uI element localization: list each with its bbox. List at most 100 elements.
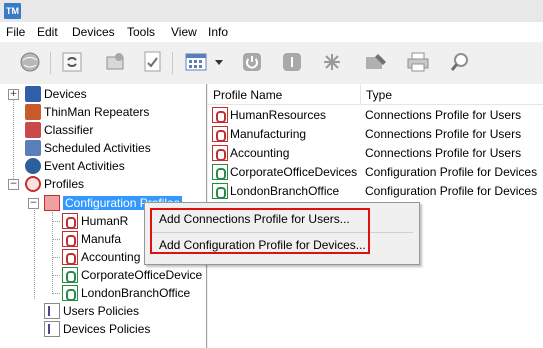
tree-node-profiles[interactable]: − Profiles [8, 175, 84, 193]
tree-node-users-policies[interactable]: Users Policies [44, 302, 139, 320]
profile-name: LondonBranchOffice [230, 183, 340, 198]
connection-profile-icon [62, 249, 78, 265]
tree-node-londonbranch[interactable]: LondonBranchOffice [62, 284, 190, 302]
title-bar: TM [0, 0, 543, 22]
tree-line [34, 203, 35, 299]
profile-name: Manufacturing [230, 126, 307, 141]
asterisk-icon[interactable] [320, 50, 344, 74]
tree-line [52, 212, 53, 292]
configuration-profile-icon [62, 267, 78, 283]
tree-line [52, 239, 60, 240]
calendar-icon [25, 140, 41, 156]
tree-label: HumanR [81, 214, 129, 228]
tree-line [52, 275, 60, 276]
tree-node-classifier[interactable]: Classifier [25, 121, 93, 139]
highlight-box [150, 208, 370, 254]
dropdown-arrow-icon[interactable] [212, 50, 226, 74]
devices-icon [25, 86, 41, 102]
checklist-icon[interactable] [141, 50, 165, 74]
table-row[interactable]: HumanResources Connections Profile for U… [208, 105, 543, 124]
table-row[interactable]: Accounting Connections Profile for Users [208, 143, 543, 162]
menu-devices[interactable]: Devices [72, 25, 115, 39]
expand-icon[interactable]: + [8, 89, 19, 100]
tree-label: LondonBranchOffice [81, 286, 191, 300]
tree-node-humanresources[interactable]: HumanR [62, 212, 128, 230]
tree-label: Devices [44, 87, 87, 101]
configuration-profile-icon [62, 285, 78, 301]
table-row[interactable]: CorporateOfficeDevices Configuration Pro… [208, 162, 543, 181]
profile-name: Accounting [230, 145, 290, 160]
tree-label: ThinMan Repeaters [44, 105, 150, 119]
tree-node-accounting[interactable]: Accounting [62, 248, 140, 266]
toolbar [0, 42, 543, 84]
info-icon[interactable] [280, 50, 304, 74]
connection-profile-icon [62, 231, 78, 247]
collapse-icon[interactable]: − [28, 198, 39, 209]
app-icon: TM [4, 3, 21, 19]
power-icon[interactable] [240, 50, 264, 74]
toolbar-separator [50, 52, 51, 74]
column-header-name[interactable]: Profile Name [208, 84, 361, 105]
folder-icon [44, 195, 60, 211]
tree-line [52, 293, 60, 294]
connection-profile-icon [212, 144, 228, 161]
tree-label: Classifier [44, 123, 94, 137]
profile-type: Connections Profile for Users [365, 107, 522, 122]
tools-icon[interactable] [364, 50, 388, 74]
connection-profile-icon [62, 213, 78, 229]
menu-tools[interactable]: Tools [127, 25, 155, 39]
profiles-icon [25, 176, 41, 192]
table-row[interactable]: LondonBranchOffice Configuration Profile… [208, 181, 543, 200]
tree-node-devices[interactable]: + Devices [8, 85, 87, 103]
repeater-icon [25, 104, 41, 120]
profile-type: Configuration Profile for Devices [365, 164, 538, 179]
profile-name: HumanResources [230, 107, 327, 122]
connection-profile-icon [212, 106, 228, 123]
profile-type: Configuration Profile for Devices [365, 183, 538, 198]
column-header-type[interactable]: Type [361, 84, 543, 105]
wizard-icon[interactable] [103, 50, 127, 74]
search-icon[interactable] [448, 50, 472, 74]
tree-label: Manufa [81, 232, 122, 246]
profile-type: Connections Profile for Users [365, 126, 522, 141]
tree-label: Event Activities [44, 159, 125, 173]
tree-line [52, 257, 60, 258]
collapse-icon[interactable]: − [8, 179, 19, 190]
table-row[interactable]: Manufacturing Connections Profile for Us… [208, 124, 543, 143]
refresh-icon[interactable] [60, 50, 84, 74]
menu-info[interactable]: Info [208, 25, 228, 39]
grid-view-icon[interactable] [184, 50, 208, 74]
tree-node-repeaters[interactable]: ThinMan Repeaters [25, 103, 149, 121]
tree-node-manufacturing[interactable]: Manufa [62, 230, 121, 248]
menu-view[interactable]: View [171, 25, 197, 39]
policy-icon [44, 321, 60, 337]
profile-type: Connections Profile for Users [365, 145, 522, 160]
tree-line [13, 93, 14, 185]
toolbar-separator [172, 52, 173, 74]
tree-label: Scheduled Activities [44, 141, 151, 155]
tree-label: Users Policies [63, 304, 140, 318]
event-icon [25, 158, 41, 174]
configuration-profile-icon [212, 163, 228, 180]
column-header-label: Profile Name [213, 88, 283, 102]
profile-name: CorporateOfficeDevices [230, 164, 358, 179]
menu-bar: File Edit Devices Tools View Info [0, 22, 543, 42]
tree-node-corporateoffice[interactable]: CorporateOfficeDevice [62, 266, 202, 284]
tree-line [52, 221, 60, 222]
configuration-profile-icon [212, 182, 228, 199]
globe-icon[interactable] [18, 50, 42, 74]
tree-node-devices-policies[interactable]: Devices Policies [44, 320, 150, 338]
menu-edit[interactable]: Edit [37, 25, 58, 39]
tree-node-events[interactable]: Event Activities [25, 157, 125, 175]
print-icon[interactable] [406, 50, 430, 74]
connection-profile-icon [212, 125, 228, 142]
policy-icon [44, 303, 60, 319]
classifier-icon [25, 122, 41, 138]
tree-label: CorporateOfficeDevice [81, 268, 203, 282]
tree-label: Accounting [81, 250, 141, 264]
menu-file[interactable]: File [6, 25, 25, 39]
column-header-label: Type [366, 88, 393, 102]
tree-label: Devices Policies [63, 322, 151, 336]
tree-label: Profiles [44, 177, 85, 191]
tree-node-scheduled[interactable]: Scheduled Activities [25, 139, 151, 157]
